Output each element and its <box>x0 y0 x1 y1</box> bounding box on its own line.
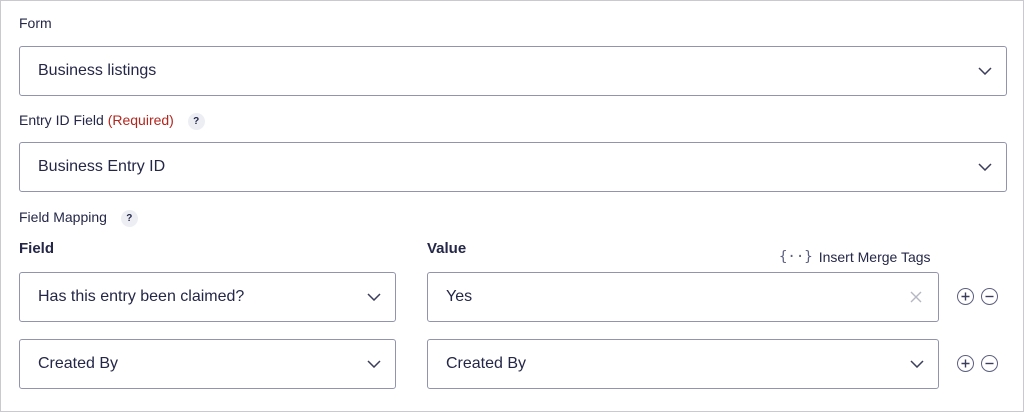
field-select[interactable]: Has this entry been claimed? <box>19 272 396 322</box>
value-select-value: Created By <box>446 355 527 372</box>
remove-row-button[interactable] <box>981 288 998 305</box>
plus-icon <box>961 292 970 301</box>
field-select-value: Created By <box>38 355 119 372</box>
insert-merge-tags-button[interactable]: {··} Insert Merge Tags <box>779 249 931 265</box>
chevron-down-icon <box>978 163 992 171</box>
form-label: Form <box>19 15 52 31</box>
add-row-button[interactable] <box>957 355 974 372</box>
value-select[interactable]: Created By <box>427 339 939 389</box>
chevron-down-icon <box>367 293 381 301</box>
required-indicator: (Required) <box>107 112 174 128</box>
entry-id-label: Entry ID Field (Required) ? <box>19 112 205 130</box>
chevron-down-icon <box>978 67 992 75</box>
value-input[interactable]: Yes <box>427 272 939 322</box>
entry-id-label-text: Entry ID Field <box>19 112 104 128</box>
chevron-down-icon <box>910 360 924 368</box>
field-select-value: Has this entry been claimed? <box>38 288 245 305</box>
field-mapping-label: Field Mapping ? <box>19 209 138 227</box>
minus-icon <box>985 362 994 365</box>
entry-id-select-value: Business Entry ID <box>38 158 166 175</box>
merge-tags-icon: {··} <box>779 249 813 265</box>
field-mapping-label-text: Field Mapping <box>19 209 107 225</box>
minus-icon <box>985 295 994 298</box>
close-icon[interactable] <box>910 291 922 303</box>
remove-row-button[interactable] <box>981 355 998 372</box>
plus-icon <box>961 359 970 368</box>
form-select[interactable]: Business listings <box>19 46 1007 96</box>
settings-panel: Form Business listings Entry ID Field (R… <box>0 0 1024 412</box>
help-icon[interactable]: ? <box>120 210 138 227</box>
add-row-button[interactable] <box>957 288 974 305</box>
value-column-header: Value <box>427 240 467 257</box>
form-select-value: Business listings <box>38 62 157 79</box>
insert-merge-tags-label: Insert Merge Tags <box>818 249 931 265</box>
entry-id-select[interactable]: Business Entry ID <box>19 142 1007 192</box>
value-input-text: Yes <box>446 288 473 305</box>
field-column-header: Field <box>19 240 55 257</box>
help-icon[interactable]: ? <box>187 113 205 130</box>
field-select[interactable]: Created By <box>19 339 396 389</box>
chevron-down-icon <box>367 360 381 368</box>
